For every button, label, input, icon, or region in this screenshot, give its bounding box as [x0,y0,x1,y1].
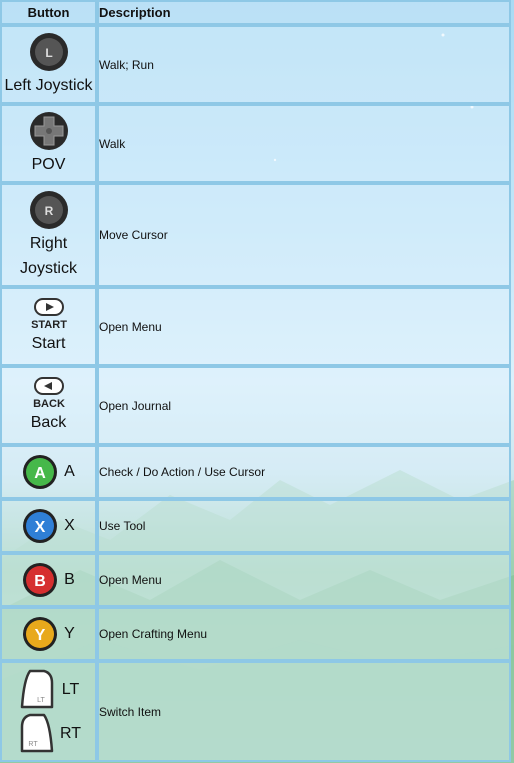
button-cell: R Right Joystick [0,183,97,287]
table-row: B B Open Menu [0,553,511,607]
table-row: POV Walk [0,104,511,183]
left-joystick-icon: L [29,33,68,71]
button-label-line1: Right [29,235,68,252]
x-button-icon: X [23,509,58,543]
description-cell: Move Cursor [97,183,511,287]
start-button-icon: START [31,298,67,331]
b-button-icon: B [23,563,58,597]
table-row: R Right Joystick Move Cursor [0,183,511,287]
description-cell: Use Tool [97,499,511,553]
button-label: X [64,517,75,534]
header-button: Button [0,0,97,25]
y-button-icon: Y [23,617,58,651]
button-label: B [64,571,75,588]
button-cell: START Start [0,287,97,366]
button-label: A [64,463,75,480]
button-label-lt: LT [61,681,80,698]
icon-letter: R [44,204,53,218]
icon-letter: L [45,46,52,60]
table-row: L Left Joystick Walk; Run [0,25,511,104]
description-cell: Switch Item [97,661,511,762]
controls-table: Button Description L Left Joystick Walk;… [0,0,511,762]
icon-letter: B [34,573,46,590]
button-cell: Y Y [0,607,97,661]
table-row: Y Y Open Crafting Menu [0,607,511,661]
description-cell: Open Journal [97,366,511,445]
button-cell: BACK Back [0,366,97,445]
table-row: LT LT RT RT Switch Item [0,661,511,762]
table-header-row: Button Description [0,0,511,25]
back-button-icon: BACK [33,377,65,410]
rt-trigger-icon: RT [20,713,54,752]
button-label-line2: Joystick [20,260,77,277]
lt-trigger-icon: LT [20,669,53,708]
svg-text:RT: RT [28,741,38,748]
button-cell: L Left Joystick [0,25,97,104]
dpad-icon [29,112,68,150]
header-description: Description [97,0,511,25]
description-cell: Open Menu [97,553,511,607]
button-cell: X X [0,499,97,553]
button-cell: B B [0,553,97,607]
button-label: Y [64,625,75,642]
icon-letter: X [35,519,46,536]
icon-text: BACK [33,398,65,410]
button-label: Start [31,335,66,352]
icon-text: START [31,319,67,331]
table-row: A A Check / Do Action / Use Cursor [0,445,511,499]
button-cell: A A [0,445,97,499]
table-row: BACK Back Open Journal [0,366,511,445]
icon-letter: Y [35,627,46,644]
icon-letter: A [34,465,46,482]
button-cell: LT LT RT RT [0,661,97,762]
description-cell: Open Menu [97,287,511,366]
table-row: START Start Open Menu [0,287,511,366]
button-label: Left Joystick [4,77,93,94]
right-joystick-icon: R [29,191,68,229]
a-button-icon: A [23,455,58,489]
description-cell: Open Crafting Menu [97,607,511,661]
button-label: Back [30,414,67,431]
button-cell: POV [0,104,97,183]
description-cell: Walk; Run [97,25,511,104]
svg-text:LT: LT [37,697,45,704]
button-label-rt: RT [59,725,82,742]
description-cell: Walk [97,104,511,183]
button-label: POV [31,156,66,173]
table-row: X X Use Tool [0,499,511,553]
description-cell: Check / Do Action / Use Cursor [97,445,511,499]
